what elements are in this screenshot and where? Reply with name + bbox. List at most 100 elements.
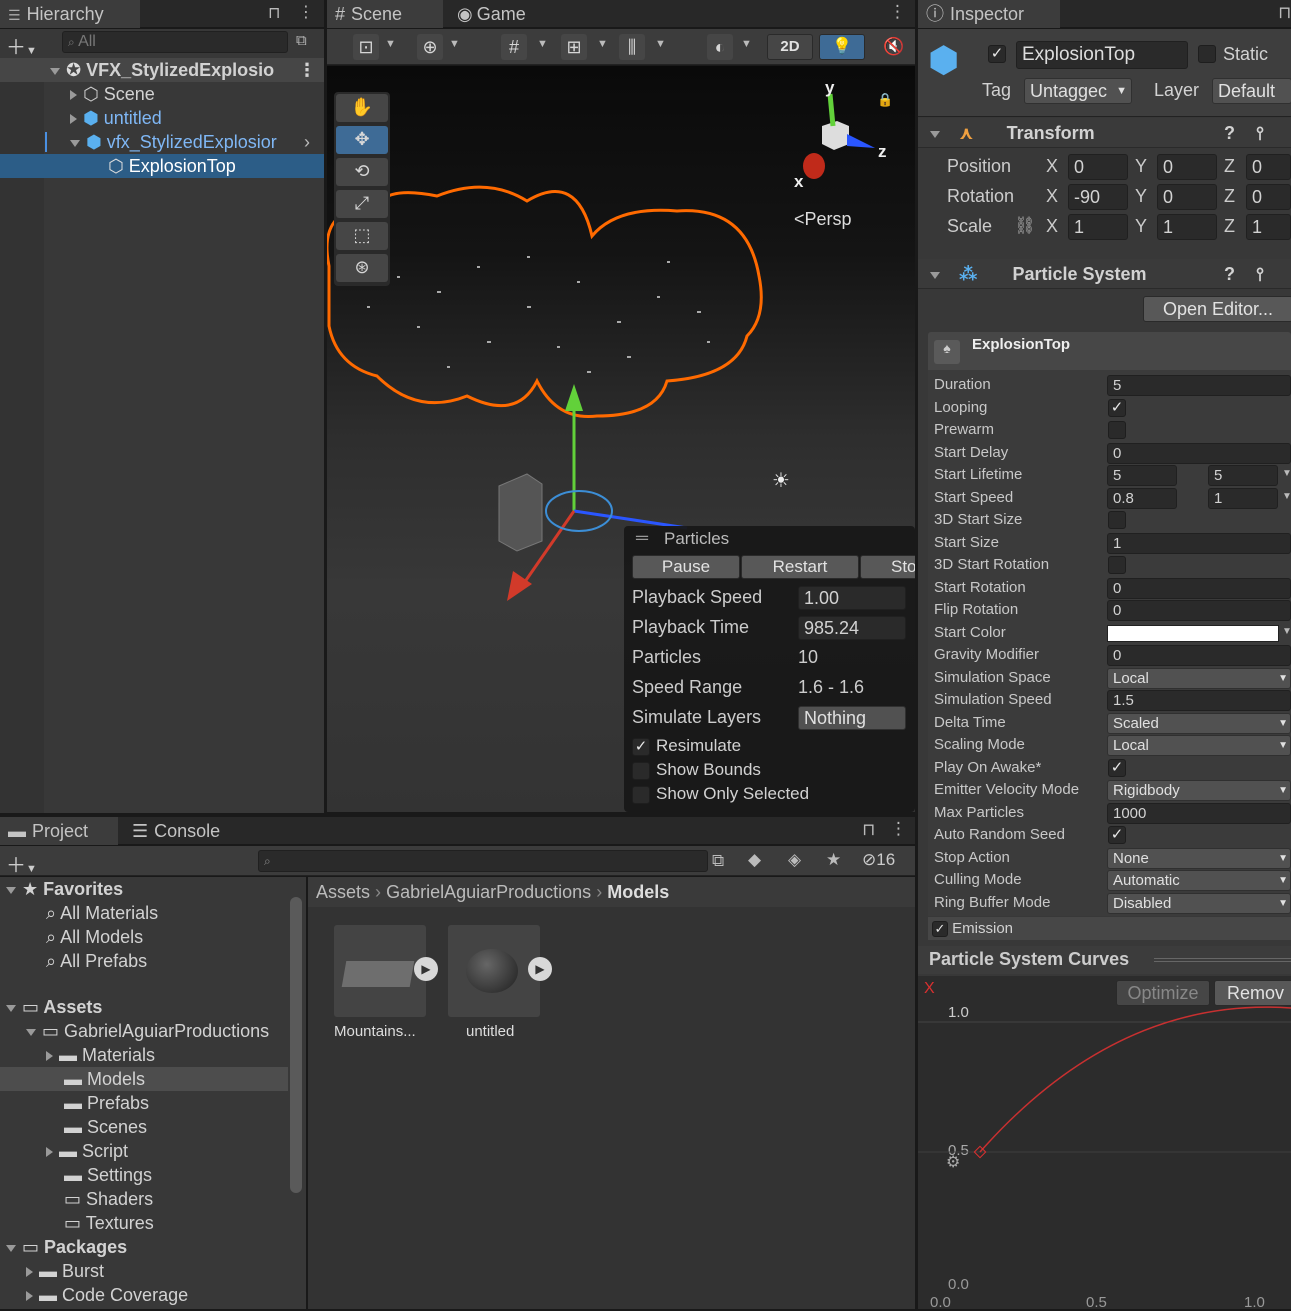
create-window-icon[interactable]: ⧉ <box>296 32 307 49</box>
lock-icon[interactable]: ⊓ <box>268 3 280 23</box>
transform-header[interactable]: ⋏ Transform ? ⫯ <box>918 118 1291 148</box>
expand-arrow-icon[interactable] <box>6 1004 16 1012</box>
transform-rotation-label[interactable]: Rotation <box>947 186 1014 207</box>
overlay-handle-icon[interactable]: ═ <box>636 528 648 548</box>
ps-delta-time-dropdown[interactable]: Scaled ▼ <box>1107 712 1291 734</box>
axis-y-label[interactable]: Y <box>1135 186 1147 207</box>
ps-flip-rotation-input[interactable]: 0 <box>1107 600 1291 621</box>
tab-hierarchy[interactable]: ☰ Hierarchy <box>0 0 140 28</box>
lock-icon[interactable]: ⊓ <box>862 820 875 840</box>
scene-viewport[interactable]: y z x 🔒 <Persp ☀ ✋ ✥ ⟲ ⤢ ⬚ ⊛ ═ Particles… <box>327 66 915 812</box>
add-button[interactable]: ＋▼ <box>6 31 37 60</box>
ps-start-color-swatch[interactable] <box>1107 624 1279 642</box>
lock-icon[interactable]: 🔒 <box>877 92 893 108</box>
breadcrumb-models[interactable]: Models <box>607 882 669 902</box>
transform-tool-icon[interactable]: ⊛ <box>336 254 388 282</box>
prefab-cube-icon[interactable]: ⬢ <box>928 39 959 81</box>
ps-max-particles-input[interactable]: 1000 <box>1107 802 1291 824</box>
constrain-proportions-icon[interactable]: ⛓ <box>1014 216 1036 236</box>
ps-play-on-awake-checkbox[interactable]: ✓ <box>1108 758 1126 777</box>
expand-arrow-icon[interactable] <box>70 139 80 147</box>
project-search-input[interactable]: ⌕ <box>258 850 708 872</box>
expand-arrow-icon[interactable] <box>26 1028 36 1036</box>
filter-by-type-icon[interactable]: ◆ <box>748 850 761 870</box>
folder-materials[interactable]: ▬ Materials <box>0 1043 306 1067</box>
package-code-coverage[interactable]: ▬ Code Coverage <box>0 1283 306 1307</box>
help-icon[interactable]: ? <box>1224 259 1235 289</box>
ruler-icon[interactable]: ⫼ <box>619 34 645 60</box>
object-name-input[interactable]: ExplosionTop <box>1016 41 1188 69</box>
tab-game[interactable]: ◉ Game <box>449 0 549 28</box>
dropdown-arrow-icon[interactable]: ▼ <box>741 38 752 50</box>
help-icon[interactable]: ? <box>1224 118 1235 148</box>
emission-checkbox[interactable]: ✓ <box>932 921 948 938</box>
globe-icon[interactable]: ⊕ <box>417 34 443 60</box>
expand-arrow-icon[interactable] <box>46 1147 53 1158</box>
filter-by-label-icon[interactable]: ◈ <box>788 850 801 870</box>
dropdown-arrow-icon[interactable]: ▼ <box>1282 468 1291 479</box>
transform-scale-x-input[interactable]: 1 <box>1068 214 1128 240</box>
settings-sliders-icon[interactable]: ⫯ <box>1256 118 1264 148</box>
ps-duration-input[interactable]: 5 <box>1107 375 1291 396</box>
folder-scenes[interactable]: ▬ Scenes <box>0 1115 306 1139</box>
static-checkbox[interactable] <box>1198 45 1216 63</box>
persp-label[interactable]: <Persp <box>794 209 852 230</box>
axis-x-label[interactable]: X <box>1046 156 1058 177</box>
dropdown-arrow-icon[interactable]: ▼ <box>537 38 548 50</box>
rotate-tool-icon[interactable]: ⟲ <box>336 158 388 186</box>
packages-header[interactable]: ▭ Packages <box>0 1235 306 1259</box>
expand-arrow-icon[interactable] <box>46 1051 53 1062</box>
increment-snap-icon[interactable]: ⊞ <box>561 34 587 60</box>
hierarchy-search-input[interactable]: ⌕ All <box>62 31 288 53</box>
lighting-toggle-button[interactable]: 💡 <box>819 34 865 60</box>
fold-arrow-icon[interactable] <box>930 271 940 279</box>
transform-rotation-y-input[interactable]: 0 <box>1157 184 1217 210</box>
grid-snap-icon[interactable]: # <box>501 34 527 60</box>
hand-tool-icon[interactable]: ✋ <box>336 94 388 122</box>
kebab-menu-icon[interactable]: ⋮ <box>298 2 314 22</box>
create-window-icon[interactable]: ⧉ <box>712 851 724 871</box>
folder-textures[interactable]: ▭ Textures <box>0 1211 306 1235</box>
root-menu-icon[interactable]: ⋮ <box>298 58 316 82</box>
scale-tool-icon[interactable]: ⤢ <box>336 190 388 218</box>
shading-sphere-icon[interactable]: ◐ <box>707 34 733 60</box>
show-only-selected-toggle[interactable]: Show Only Selected <box>632 784 809 804</box>
axis-x-label[interactable]: X <box>1046 216 1058 237</box>
tab-project[interactable]: ▬ Project <box>0 817 118 845</box>
favorite-all-prefabs[interactable]: ⌕ All Prefabs <box>0 949 306 973</box>
breadcrumb-assets[interactable]: Assets <box>316 882 370 902</box>
fold-arrow-icon[interactable] <box>930 130 940 138</box>
ps-auto-random-seed-checkbox[interactable]: ✓ <box>1108 826 1126 844</box>
module-header[interactable]: ♠ ExplosionTop <box>928 332 1291 370</box>
ps-start-lifetime-max-input[interactable]: 5 <box>1208 465 1278 486</box>
active-checkbox[interactable]: ✓ <box>988 45 1006 63</box>
favorite-star-icon[interactable]: ★ <box>826 850 841 870</box>
folder-gabrielaguiar[interactable]: ▭ GabrielAguiarProductions <box>0 1019 306 1043</box>
folder-settings[interactable]: ▬ Settings <box>0 1163 306 1187</box>
package-burst[interactable]: ▬ Burst <box>0 1259 306 1283</box>
add-button[interactable]: ＋▼ <box>6 849 37 878</box>
rect-tool-icon[interactable]: ⬚ <box>336 222 388 250</box>
folder-shaders[interactable]: ▭ Shaders <box>0 1187 306 1211</box>
settings-sliders-icon[interactable]: ⫯ <box>1256 259 1264 289</box>
open-editor-button[interactable]: Open Editor... <box>1143 296 1291 322</box>
folder-models[interactable]: ▬ Models <box>0 1067 288 1091</box>
ps-start-delay-input[interactable]: 0 <box>1107 442 1291 464</box>
ps-looping-checkbox[interactable]: ✓ <box>1108 398 1126 417</box>
dropdown-arrow-icon[interactable]: ▼ <box>1282 491 1291 502</box>
lock-icon[interactable]: ⊓ <box>1278 3 1291 23</box>
ps-3d-start-size-checkbox[interactable] <box>1108 511 1126 529</box>
ps-simulation-speed-input[interactable]: 1.5 <box>1107 690 1291 711</box>
hierarchy-root-row[interactable]: ✪ VFX_StylizedExplosio ⋮ <box>0 58 324 82</box>
simulate-layers-dropdown[interactable]: Nothing <box>798 706 906 730</box>
axis-x-label[interactable]: X <box>1046 186 1058 207</box>
favorites-header[interactable]: ★ Favorites <box>0 877 306 901</box>
expand-arrow-icon[interactable] <box>70 114 77 125</box>
particle-system-header[interactable]: ⁂ Particle System ? ⫯ <box>918 259 1291 289</box>
ps-prewarm-checkbox[interactable] <box>1108 421 1126 439</box>
ps-start-lifetime-min-input[interactable]: 5 <box>1107 465 1177 486</box>
show-only-selected-checkbox[interactable] <box>632 785 650 804</box>
ps-start-speed-min-input[interactable]: 0.8 <box>1107 487 1177 509</box>
dropdown-arrow-icon[interactable]: ▼ <box>597 38 608 50</box>
expand-arrow-icon[interactable] <box>70 90 77 101</box>
